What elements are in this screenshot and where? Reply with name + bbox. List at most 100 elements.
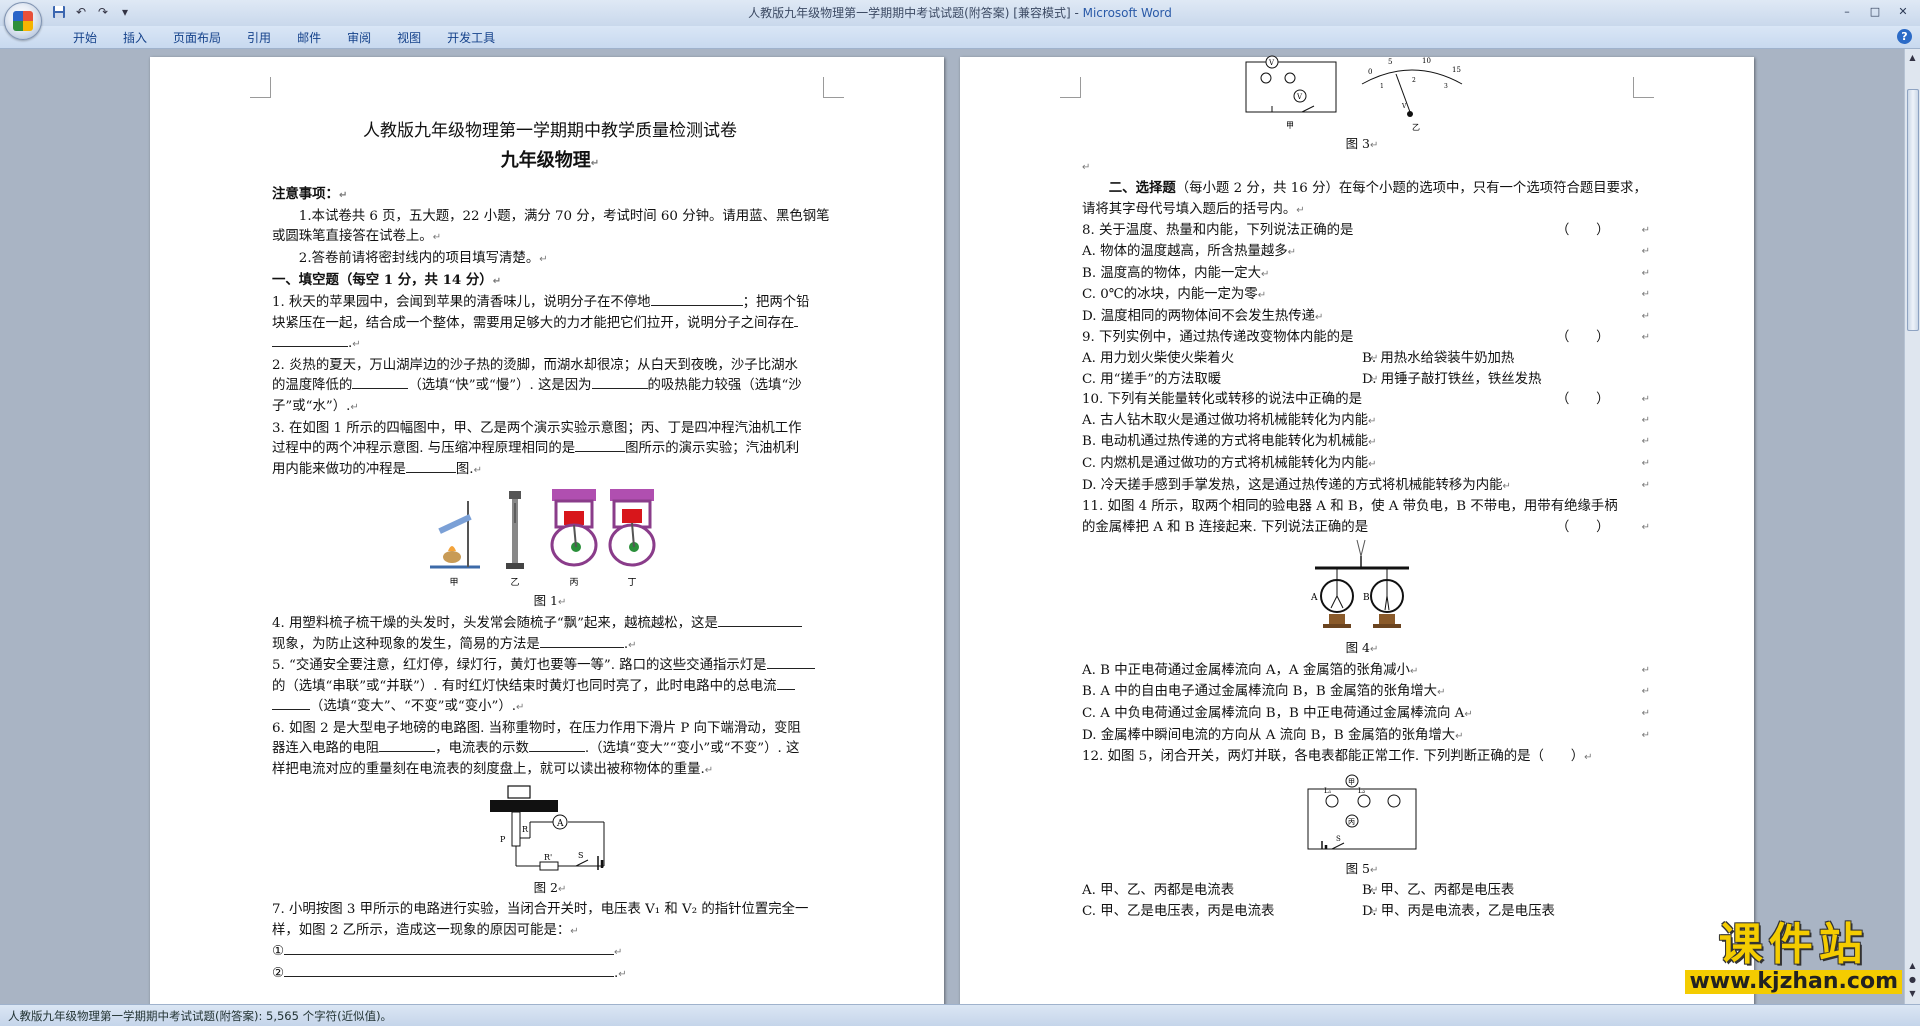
question-9: 9. 下列实例中，通过热传递改变物体内能的是（ ） ↵ xyxy=(1082,330,1650,346)
figure-4-caption: 图 4↵ xyxy=(1345,640,1379,656)
fig3-label-jia: 甲 xyxy=(1286,121,1294,130)
fig1-engine-bing xyxy=(550,489,598,567)
fig4-label-a: A xyxy=(1310,593,1318,603)
app-name: Microsoft Word xyxy=(1082,6,1172,20)
question-6-cont: 器连入电路的电阻 ，电流表的示数 .（选填“变大”“变小”或“不变”）. 这 xyxy=(272,741,800,757)
minimize-button[interactable]: – xyxy=(1834,2,1860,20)
question-4-cont: 现象，为防止这种现象的发生，简易的方法是 .↵ xyxy=(272,636,637,652)
watermark-title: 课件站 xyxy=(1718,919,1869,970)
notice-1: 1.本试卷共 6 页，五大题，22 小题，满分 70 分，考试时间 60 分钟。… xyxy=(298,208,830,224)
question-6: 6. 如图 2 是大型电子地磅的电路图. 当称重物时，在压力作用下滑片 P 向下… xyxy=(272,720,801,736)
fig3-tick-2: 2 xyxy=(1412,77,1416,84)
fig1-label-yi: 乙 xyxy=(510,577,519,588)
tab-page-layout[interactable]: 页面布局 xyxy=(160,29,234,47)
status-bar: 人教版九年级物理第一学期期中考试试题(附答案): 5,565 个字符(近似值)。 xyxy=(0,1004,1920,1026)
crop-mark xyxy=(1060,77,1081,98)
figure-2-caption: 图 2↵ xyxy=(533,879,567,895)
fig1-engine-ding xyxy=(608,489,656,567)
fig3-label-v1: V xyxy=(1268,59,1275,67)
question-11-option-b: B. A 中的自由电子通过金属棒流向 B，B 金属箔的张角增大↵ ↵ xyxy=(1082,684,1650,700)
tab-references[interactable]: 引用 xyxy=(234,29,284,47)
question-10-option-a: A. 古人钻木取火是通过做功将机械能转化为内能↵ ↵ xyxy=(1082,412,1650,428)
fig5-label-l2: L₂ xyxy=(1358,787,1366,795)
maximize-button[interactable]: □ xyxy=(1862,2,1888,20)
fig1-apparatus-yi xyxy=(506,491,524,570)
question-8-option-c: C. 0℃的冰块，内能一定为零↵ ↵ xyxy=(1082,287,1650,303)
tab-mailings[interactable]: 邮件 xyxy=(284,29,334,47)
tab-insert[interactable]: 插入 xyxy=(110,29,160,47)
section-2-heading-cont: 请将其字母代号填入题后的括号内。↵ xyxy=(1082,201,1305,217)
question-5-cont: 的（选填“串联”或“并联”）. 有时红灯快结束时黄灯也同时亮了，此时电路中的总电… xyxy=(272,677,828,698)
document-subtitle: 九年级物理↵ xyxy=(500,150,600,171)
fig3-tick-0: 0 xyxy=(1368,68,1372,76)
question-9-options-ab: A. 用力划火柴使火柴着火 B. 用热水给袋装牛奶加热 ↵ xyxy=(1082,350,1515,366)
title-bar: ↶ ↷ ▾ 人教版九年级物理第一学期期中考试试题(附答案) [兼容模式] - M… xyxy=(0,0,1920,27)
question-2: 2. 炎热的夏天，万山湖岸边的沙子热的烫脚，而湖水却很凉；从白天到夜晚，沙子比湖… xyxy=(272,357,798,373)
figure-3-caption: 图 3↵ xyxy=(1345,136,1379,151)
page-right: V V 甲 0 5 10 15 1 2 3 V 乙 图 3↵ ↵ 二、选择题（每… xyxy=(960,55,1754,1004)
tab-home[interactable]: 开始 xyxy=(60,29,110,47)
scroll-up-icon[interactable]: ▲ xyxy=(1906,51,1919,64)
crop-mark xyxy=(250,77,271,98)
question-3-cont: 过程中的两个冲程示意图. 与压缩冲程原理相同的是 图所示的演示实验；汽油机利 xyxy=(272,441,800,457)
question-11: 11. 如图 4 所示，取两个相同的验电器 A 和 B，使 A 带负电，B 不带… xyxy=(1082,499,1618,515)
question-1: 1. 秋天的苹果园中，会闻到苹果的清香味儿，说明分子在不停地 ；把两个铅 xyxy=(272,294,810,310)
question-6-end: 样把电流对应的重量刻在电流表的刻度盘上，就可以读出被称物体的重量.↵ xyxy=(272,762,714,778)
question-5-end: （选填“变大”、“不变”或“变小”）.↵ xyxy=(272,697,828,719)
fig2-label-r-prime: R' xyxy=(544,853,552,862)
close-button[interactable]: ✕ xyxy=(1890,2,1916,20)
fig3-circuit-jia xyxy=(1245,55,1337,113)
help-icon[interactable]: ? xyxy=(1897,29,1912,44)
page-right-content[interactable]: V V 甲 0 5 10 15 1 2 3 V 乙 图 3↵ ↵ 二、选择题（每… xyxy=(1082,52,1650,923)
status-text[interactable]: 人教版九年级物理第一学期期中考试试题(附答案): 5,565 个字符(近似值)。 xyxy=(8,1008,392,1024)
question-5: 5. “交通安全要注意，红灯停，绿灯行，黄灯也要等一等”. 路口的这些交通指示灯… xyxy=(272,656,828,677)
question-7-option-2: ② .↵ xyxy=(272,966,627,982)
tab-developer[interactable]: 开发工具 xyxy=(434,29,508,47)
fig3-tick-10: 10 xyxy=(1422,57,1431,65)
fig3-tick-15: 15 xyxy=(1452,66,1461,74)
fig3-label-v2: V xyxy=(1296,93,1303,101)
tab-review[interactable]: 审阅 xyxy=(334,29,384,47)
fig2-label-ammeter: A xyxy=(556,819,564,829)
question-8-option-a: A. 物体的温度越高，所含热量越多↵ ↵ xyxy=(1082,243,1650,259)
fig1-label-ding: 丁 xyxy=(627,578,636,588)
prev-page-icon[interactable]: ▲ xyxy=(1906,959,1919,972)
question-1-cont: 块紧压在一起，结合成一个整体，需要用足够大的力才能把它们拉开，说明分子之间存在 xyxy=(272,314,828,335)
page-left: 人教版九年级物理第一学期期中教学质量检测试卷 九年级物理↵ 注意事项：↵ 1.本… xyxy=(150,57,944,1004)
question-12-options-ab: A. 甲、乙、丙都是电流表 B. 甲、乙、丙都是电压表 ↵ xyxy=(1082,883,1515,899)
question-10-option-c: C. 内燃机是通过做功的方式将机械能转化为内能↵ ↵ xyxy=(1082,455,1650,471)
question-8-option-d: D. 温度相同的两物体间不会发生热传递↵ ↵ xyxy=(1082,308,1650,324)
question-10-option-d: D. 冷天搓手感到手掌发热，这是通过热传递的方式将机械能转移为内能↵ ↵ xyxy=(1082,477,1650,493)
ribbon: 开始 插入 页面布局 引用 邮件 审阅 视图 开发工具 ? xyxy=(0,26,1920,49)
question-7-cont: 样，如图 2 乙所示，造成这一现象的原因可能是：↵ xyxy=(272,922,579,938)
question-7: 7. 小明按图 3 甲所示的电路进行实验，当闭合开关时，电压表 V₁ 和 V₂ … xyxy=(272,902,809,918)
empty-paragraph: ↵ xyxy=(1082,161,1091,173)
page-left-content[interactable]: 人教版九年级物理第一学期期中教学质量检测试卷 九年级物理↵ 注意事项：↵ 1.本… xyxy=(272,117,830,986)
section-1-heading: 一、填空题（每空 1 分，共 14 分）↵ xyxy=(272,272,502,289)
question-2-cont: 的温度降低的 （选填“快”或“慢”）. 这是因为 的吸热能力较强（选填“沙 xyxy=(272,378,802,394)
tab-view[interactable]: 视图 xyxy=(384,29,434,47)
question-8: 8. 关于温度、热量和内能，下列说法正确的是（ ） ↵ xyxy=(1082,223,1650,239)
document-workspace: 人教版九年级物理第一学期期中教学质量检测试卷 九年级物理↵ 注意事项：↵ 1.本… xyxy=(0,49,1905,1004)
question-8-option-b: B. 温度高的物体，内能一定大↵ ↵ xyxy=(1082,265,1650,281)
fig5-label-jia: 甲 xyxy=(1348,778,1355,786)
next-page-icon[interactable]: ▼ xyxy=(1906,987,1919,1000)
question-1-end: .↵ xyxy=(272,334,828,356)
browse-object-icon[interactable]: ● xyxy=(1906,973,1919,986)
office-button[interactable] xyxy=(4,2,42,40)
question-12-options-cd: C. 甲、乙是电压表，丙是电流表 D. 甲、丙是电流表，乙是电压表 ↵ xyxy=(1082,904,1555,920)
scrollbar-thumb[interactable] xyxy=(1907,89,1919,331)
question-10: 10. 下列有关能量转化或转移的说法中正确的是（ ） ↵ xyxy=(1082,392,1650,408)
question-3: 3. 在如图 1 所示的四幅图中，甲、乙是两个演示实验示意图；丙、丁是四冲程汽油… xyxy=(272,420,802,436)
site-watermark-logo: 课件站 www.kjzhan.com xyxy=(1685,920,1902,994)
notice-heading: 注意事项：↵ xyxy=(272,186,348,202)
fig5-label-l1: L₁ xyxy=(1324,787,1332,795)
fig3-tick-1: 1 xyxy=(1380,83,1384,90)
vertical-scrollbar[interactable]: ▲ ▲ ● ▼ xyxy=(1904,49,1920,1004)
section-2-heading: 二、选择题（每小题 2 分，共 16 分）在每个小题的选项中，只有一个选项符合题… xyxy=(1108,180,1647,197)
question-10-option-b: B. 电动机通过热传递的方式将电能转化为机械能↵ ↵ xyxy=(1082,434,1650,450)
fig2-label-p: P xyxy=(500,835,506,844)
fig1-label-jia: 甲 xyxy=(449,577,458,588)
office-logo-icon xyxy=(13,11,33,31)
question-9-options-cd: C. 用“搓手”的方法取暖 D. 用锤子敲打铁丝，铁丝发热 ↵ xyxy=(1082,371,1542,387)
